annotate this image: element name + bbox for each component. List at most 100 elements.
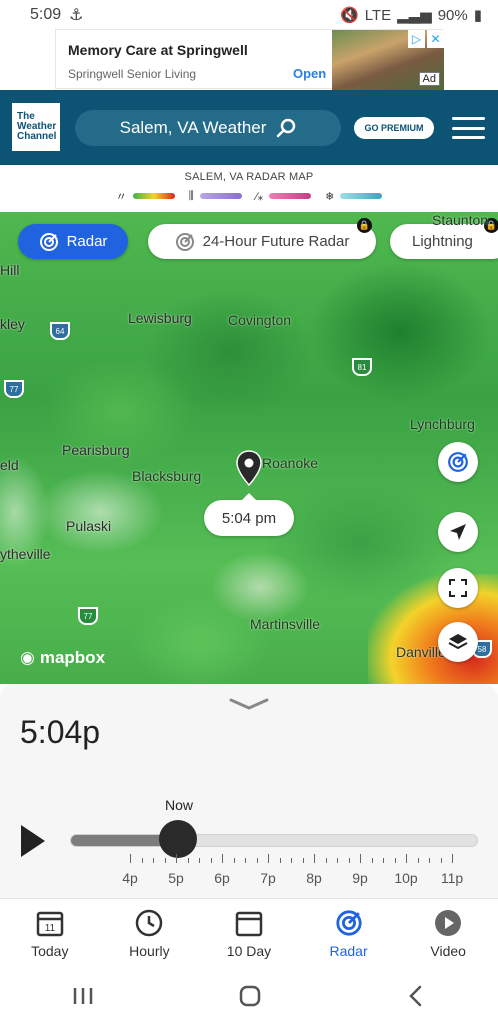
logo-line: Channel xyxy=(17,131,57,142)
timeline-tick xyxy=(279,858,281,863)
ad-open-button[interactable]: Open xyxy=(293,66,326,81)
status-time: 5:09 xyxy=(30,6,62,23)
legend-rain: 〃 xyxy=(116,188,175,204)
timeline-tick-label: 5p xyxy=(168,870,184,886)
map-label: Covington xyxy=(228,312,292,328)
timeline-tick xyxy=(153,858,154,863)
radar-layers-button[interactable] xyxy=(438,442,478,482)
my-location-button[interactable] xyxy=(438,512,478,552)
signal-icon: ▂▃▅ xyxy=(397,7,432,24)
radar-legend: SALEM, VA RADAR MAP 〃 ⫼ ⁄⁎ ❄ xyxy=(0,165,498,212)
radar-tab[interactable]: Radar xyxy=(18,224,128,259)
system-nav-bar xyxy=(0,968,498,1023)
mapbox-logo-icon: ◉ xyxy=(20,648,35,667)
legend-snow: ❄ xyxy=(325,190,383,203)
location-label: Salem, VA Weather xyxy=(119,118,267,137)
go-premium-button[interactable]: GO PREMIUM xyxy=(354,117,434,139)
map-label: Lynchburg xyxy=(410,416,475,432)
location-pin-icon[interactable] xyxy=(236,450,262,486)
timeline-tick xyxy=(199,858,200,863)
network-label: LTE xyxy=(364,6,392,24)
timeline-tick xyxy=(394,858,396,863)
future-radar-icon xyxy=(448,452,468,472)
map-label: Roanoke xyxy=(262,455,319,471)
timeline-ticks xyxy=(100,854,470,866)
storm-cell xyxy=(368,574,498,684)
battery-level: 90% xyxy=(437,6,468,24)
timeline-tick xyxy=(164,858,166,863)
highway-shield: 81 xyxy=(352,358,372,376)
lock-icon: 🔒 xyxy=(357,218,372,233)
mute-icon: 🔇 xyxy=(340,7,359,24)
timeline-tick xyxy=(360,854,361,863)
timeline-slider[interactable] xyxy=(70,834,478,847)
lightning-label: Lightning xyxy=(412,233,473,250)
radar-tab-label: Radar xyxy=(66,233,108,250)
clock-icon xyxy=(136,909,163,936)
timeline-thumb[interactable] xyxy=(159,820,197,858)
nav-10-day[interactable]: 10 Day xyxy=(199,899,299,968)
timeline-tick xyxy=(302,858,304,863)
current-time: 5:04p xyxy=(20,714,101,750)
map-label: Pulaski xyxy=(66,518,112,534)
legend-title: SALEM, VA RADAR MAP xyxy=(184,171,314,183)
location-search[interactable]: Salem, VA Weather xyxy=(75,110,341,146)
back-icon[interactable] xyxy=(406,985,426,1007)
nav-radar[interactable]: Radar xyxy=(299,899,399,968)
nav-label: Radar xyxy=(329,942,368,959)
bottom-nav: 11 Today Hourly 10 Day Radar Video xyxy=(0,898,498,968)
timeline-tick xyxy=(383,858,384,863)
map-label: Blacksburg xyxy=(132,468,202,484)
sleet-icon: ⫼ xyxy=(188,189,194,202)
chevron-down-icon[interactable] xyxy=(229,698,269,710)
radar-icon xyxy=(39,232,58,251)
twc-logo[interactable]: The Weather Channel xyxy=(12,103,60,151)
map-label: Martinsville xyxy=(250,616,321,632)
timeline-tick xyxy=(314,854,315,863)
nav-label: Hourly xyxy=(129,942,170,959)
timeline-sheet: 5:04p Now 4p 5p 6p 7p 8p 9p 10p 11p xyxy=(0,684,498,898)
search-icon xyxy=(277,118,296,138)
highway-shield: 64 xyxy=(50,322,70,340)
radar-icon xyxy=(335,909,362,936)
timeline-tick xyxy=(440,858,442,863)
timeline-tick-label: 10p xyxy=(394,870,418,886)
mapbox-attribution: ◉ mapbox xyxy=(20,648,105,668)
legend-swatch xyxy=(199,193,242,199)
future-radar-tab[interactable]: 24-Hour Future Radar xyxy=(148,224,376,259)
play-button[interactable] xyxy=(20,824,46,858)
timeline-tick xyxy=(371,858,373,863)
ad-banner[interactable]: Memory Care at Springwell Springwell Sen… xyxy=(55,29,444,90)
nav-today[interactable]: 11 Today xyxy=(0,899,100,968)
timeline-tick xyxy=(268,854,269,863)
timeline-tick xyxy=(141,858,143,863)
legend-swatch xyxy=(340,193,383,199)
timeline-tick-label: 8p xyxy=(306,870,322,886)
recent-apps-icon[interactable] xyxy=(72,986,94,1006)
map-layers-button[interactable] xyxy=(438,622,478,662)
calendar-icon xyxy=(235,911,263,936)
radar-map[interactable]: Radar 24-Hour Future Radar 🔒 Lightning 🔒… xyxy=(0,212,498,684)
layers-icon xyxy=(448,634,468,650)
ad-image[interactable]: ▷ ✕ Ad xyxy=(332,30,444,90)
fullscreen-button[interactable] xyxy=(438,568,478,608)
timeline-tick-label: 7p xyxy=(260,870,276,886)
home-icon[interactable] xyxy=(239,985,261,1007)
timeline-tick-labels: 4p 5p 6p 7p 8p 9p 10p 11p xyxy=(0,870,498,888)
status-bar: 5:09 ⚓ 🔇 LTE ▂▃▅ 90% ▮ xyxy=(0,0,498,30)
svg-text:11: 11 xyxy=(45,923,56,934)
menu-icon[interactable] xyxy=(452,117,485,139)
map-label: kley xyxy=(0,316,25,332)
nav-hourly[interactable]: Hourly xyxy=(100,899,200,968)
lightning-tab[interactable]: Lightning xyxy=(390,224,498,259)
legend-swatch xyxy=(269,193,312,199)
now-label: Now xyxy=(165,797,194,813)
nav-video[interactable]: Video xyxy=(398,899,498,968)
adchoices-icon[interactable]: ▷ xyxy=(408,30,425,48)
close-icon[interactable]: ✕ xyxy=(427,30,444,48)
future-radar-label: 24-Hour Future Radar xyxy=(202,233,350,250)
fullscreen-icon xyxy=(449,579,467,597)
map-label: eld xyxy=(0,457,19,473)
play-circle-icon xyxy=(435,909,462,936)
navigation-arrow-icon xyxy=(450,524,466,540)
